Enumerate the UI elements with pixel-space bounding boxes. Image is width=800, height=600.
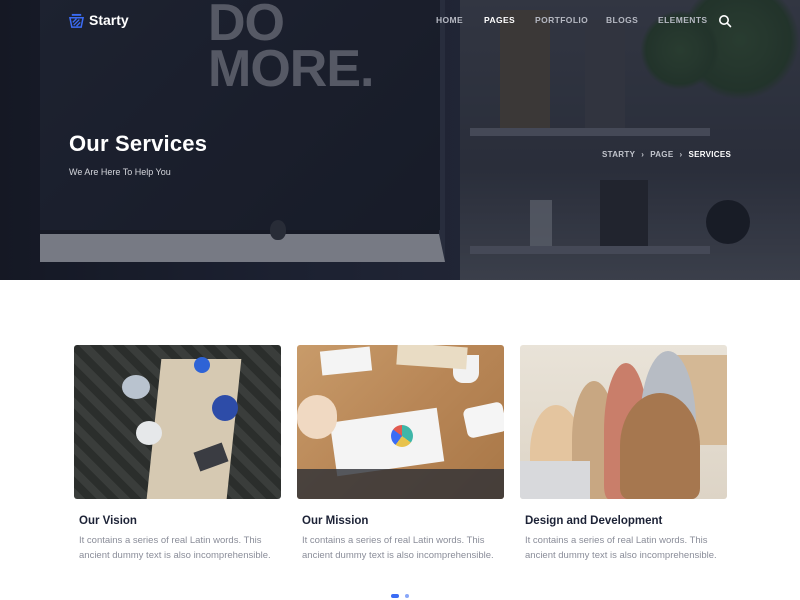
service-card[interactable]: Our Vision It contains a series of real …: [74, 345, 281, 563]
breadcrumb-page[interactable]: PAGE: [650, 150, 673, 159]
breadcrumb-current: SERVICES: [688, 150, 732, 159]
nav-portfolio[interactable]: PORTFOLIO: [535, 15, 588, 25]
service-image-vision[interactable]: [74, 345, 281, 499]
card-title[interactable]: Design and Development: [525, 515, 727, 527]
image-person: [212, 395, 238, 421]
page-subtitle: We Are Here To Help You: [69, 167, 171, 177]
chevron-right-icon: ›: [641, 150, 645, 159]
service-image-design[interactable]: [520, 345, 727, 499]
image-people-bottom: [297, 469, 504, 499]
service-card[interactable]: Design and Development It contains a ser…: [520, 345, 727, 563]
image-hand: [297, 395, 337, 439]
chevron-right-icon: ›: [679, 150, 683, 159]
card-title[interactable]: Our Vision: [79, 515, 281, 527]
breadcrumb-home[interactable]: STARTY: [602, 150, 635, 159]
main-menu: HOME PAGES PORTFOLIO BLOGS ELEMENTS: [0, 15, 800, 29]
image-report: [329, 407, 445, 477]
image-person: [122, 375, 150, 399]
image-helmet: [194, 357, 210, 373]
card-title[interactable]: Our Mission: [302, 515, 504, 527]
nav-elements[interactable]: ELEMENTS: [658, 15, 707, 25]
image-laptop: [520, 461, 590, 499]
image-notebook: [396, 345, 468, 370]
card-text: It contains a series of real Latin words…: [525, 535, 717, 561]
image-pie-chart: [391, 425, 413, 447]
image-paper: [319, 346, 373, 376]
image-person: [136, 421, 162, 445]
breadcrumb: STARTY › PAGE › SERVICES: [602, 150, 731, 159]
carousel-dot[interactable]: [405, 594, 409, 598]
page-title: Our Services: [69, 131, 208, 156]
nav-blogs[interactable]: BLOGS: [606, 15, 638, 25]
nav-pages[interactable]: PAGES: [484, 15, 515, 25]
card-text: It contains a series of real Latin words…: [302, 535, 494, 561]
service-card[interactable]: Our Mission It contains a series of real…: [297, 345, 504, 563]
carousel-dot[interactable]: [391, 594, 399, 598]
image-tablet: [462, 401, 504, 439]
image-person: [620, 393, 700, 499]
search-icon[interactable]: [718, 14, 732, 28]
card-text: It contains a series of real Latin words…: [79, 535, 271, 561]
service-image-mission[interactable]: [297, 345, 504, 499]
nav-home[interactable]: HOME: [436, 15, 463, 25]
top-navigation: Starty HOME PAGES PORTFOLIO BLOGS ELEMEN…: [0, 0, 800, 42]
carousel-pagination: [391, 594, 409, 598]
